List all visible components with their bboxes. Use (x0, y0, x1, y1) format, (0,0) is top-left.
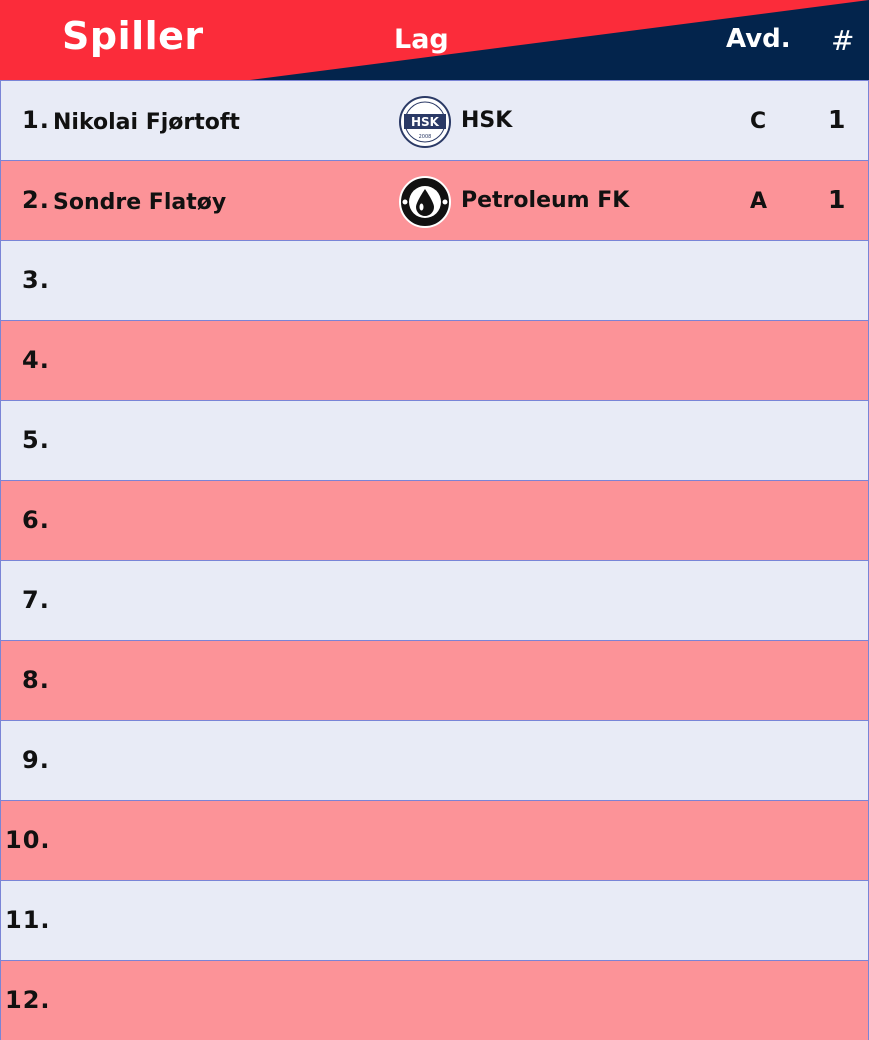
header-avd: Avd. (726, 24, 791, 54)
goal-count: 1 (828, 105, 846, 134)
rank-label: 10. (5, 826, 51, 854)
table-header: Spiller Lag Avd. # (0, 0, 869, 80)
table-row: 3. (0, 240, 869, 320)
rank-label: 1. (22, 106, 50, 134)
table-row: 8. (0, 640, 869, 720)
rank-label: 5. (22, 426, 50, 454)
table-row: 6. (0, 480, 869, 560)
rank-label: 4. (22, 346, 50, 374)
petroleum-fk-logo-icon (399, 176, 451, 228)
rank-label: 3. (22, 266, 50, 294)
rank-label: 7. (22, 586, 50, 614)
rank-label: 12. (5, 986, 51, 1014)
division-label: C (750, 109, 767, 134)
hsk-logo-icon: HSK 2008 (399, 96, 451, 148)
goal-count: 1 (828, 185, 846, 214)
table-row: 12. (0, 960, 869, 1040)
table-row: 10. (0, 800, 869, 880)
header-count: # (831, 24, 855, 57)
rank-label: 9. (22, 746, 50, 774)
rank-label: 11. (5, 906, 51, 934)
header-lag: Lag (394, 24, 449, 55)
rank-label: 8. (22, 666, 50, 694)
table-row: 7. (0, 560, 869, 640)
table-row: 9. (0, 720, 869, 800)
header-spiller: Spiller (62, 14, 204, 58)
team-name: HSK (461, 108, 513, 133)
svg-text:2008: 2008 (419, 134, 432, 140)
team-name: Petroleum FK (461, 188, 630, 213)
division-label: A (750, 189, 768, 214)
table-row: 1. Nikolai Fjørtoft HSK 2008 HSK C 1 (0, 80, 869, 160)
svg-text:HSK: HSK (411, 115, 440, 129)
top-scorers-board: Spiller Lag Avd. # 1. Nikolai Fjørtoft H… (0, 0, 869, 1040)
table-row: 2. Sondre Flatøy Petroleum FK A 1 (0, 160, 869, 240)
table-row: 5. (0, 400, 869, 480)
rank-label: 6. (22, 506, 50, 534)
rank-label: 2. (22, 186, 50, 214)
player-name: Nikolai Fjørtoft (53, 110, 240, 135)
player-name: Sondre Flatøy (53, 190, 227, 215)
table-row: 4. (0, 320, 869, 400)
table-row: 11. (0, 880, 869, 960)
